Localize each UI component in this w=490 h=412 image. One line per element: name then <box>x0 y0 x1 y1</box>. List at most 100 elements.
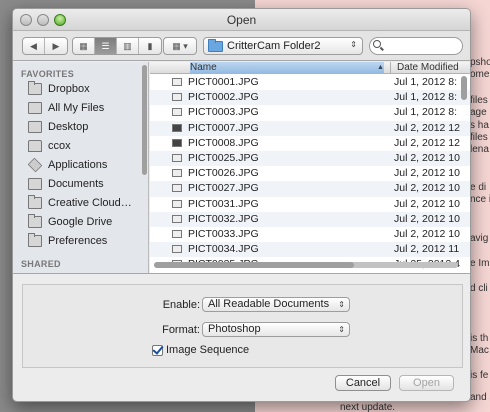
sidebar-item-preferences[interactable]: Preferences <box>28 232 107 250</box>
file-name: PICT0025.JPG <box>188 152 259 164</box>
sidebar-item-creative-cloud[interactable]: Creative Cloud… <box>28 194 132 212</box>
sidebar-item-google-drive[interactable]: Google Drive <box>28 213 112 231</box>
image-file-icon <box>172 123 182 132</box>
file-list-horizontal-scrollbar[interactable] <box>154 262 354 268</box>
sidebar-item-ccox[interactable]: ccox <box>28 137 71 155</box>
enable-popup[interactable]: All Readable Documents ⇕ <box>202 297 350 312</box>
image-file-icon <box>172 93 182 102</box>
background-text: avig <box>470 233 489 244</box>
file-row[interactable]: PICT0032.JPG Jul 2, 2012 10 <box>150 211 470 227</box>
image-file-icon <box>172 169 182 178</box>
background-text: files <box>470 132 488 143</box>
sidebar-item-label: ccox <box>48 140 71 152</box>
background-text: ome <box>470 69 490 80</box>
arrange-icon: ▦ ▾ <box>172 40 188 51</box>
sidebar-item-label: Creative Cloud… <box>48 197 132 209</box>
file-row[interactable]: PICT0033.JPG Jul 2, 2012 10 <box>150 227 470 242</box>
arrange-button[interactable]: ▦ ▾ <box>163 37 197 55</box>
file-row[interactable]: PICT0034.JPG Jul 2, 2012 11 <box>150 242 470 258</box>
file-name: PICT0032.JPG <box>188 212 259 225</box>
image-sequence-checkbox[interactable] <box>152 345 163 356</box>
background-text: is fe <box>470 370 489 381</box>
file-date: Jul 1, 2012 8: <box>394 106 458 119</box>
sidebar-item-dropbox[interactable]: Dropbox <box>28 80 90 98</box>
format-popup-value: Photoshop <box>208 323 261 335</box>
file-row[interactable]: PICT0026.JPG Jul 2, 2012 10 <box>150 166 470 181</box>
path-popup[interactable]: CritterCam Folder2 ⇕ <box>203 37 363 55</box>
file-row[interactable]: PICT0007.JPG Jul 2, 2012 12 <box>150 120 470 136</box>
view-mode-buttons: ▦ ☰ ▥ ▮ <box>72 37 162 55</box>
background-text: e di <box>470 182 487 193</box>
sidebar-scrollbar[interactable] <box>142 65 147 175</box>
format-popup[interactable]: Photoshop ⇕ <box>202 322 350 337</box>
forward-icon[interactable]: ▶ <box>45 38 67 54</box>
file-date: Jul 2, 2012 10 <box>394 152 460 164</box>
background-text: files <box>470 95 488 106</box>
image-file-icon <box>172 184 182 193</box>
sidebar-item-label: Applications <box>48 159 108 171</box>
image-file-icon <box>172 230 182 238</box>
background-text: psho <box>470 57 490 68</box>
toolbar: ◀ ▶ ▦ ☰ ▥ ▮ ▦ ▾ CritterCam Folder2 ⇕ <box>13 31 470 61</box>
sidebar-item-documents[interactable]: Documents <box>28 175 104 193</box>
desktop-icon <box>28 121 42 133</box>
all-files-icon <box>28 102 42 114</box>
nav-buttons: ◀ ▶ <box>22 37 68 55</box>
image-file-icon <box>172 214 182 223</box>
list-view-icon[interactable]: ☰ <box>95 38 117 54</box>
sidebar-item-desktop[interactable]: Desktop <box>28 118 88 136</box>
search-field[interactable] <box>369 37 463 55</box>
sidebar-item-all-my-files[interactable]: All My Files <box>28 99 104 117</box>
file-date: Jul 2, 2012 10 <box>394 212 460 225</box>
file-row[interactable]: PICT0003.JPG Jul 1, 2012 8: <box>150 105 470 120</box>
file-row[interactable]: PICT0002.JPG Jul 1, 2012 8: <box>150 90 470 106</box>
file-date: Jul 2, 2012 12 <box>394 121 460 134</box>
window-title: Open <box>226 13 257 27</box>
format-label: Format: <box>162 324 200 336</box>
cover-flow-icon[interactable]: ▮ <box>139 38 161 54</box>
file-list-vertical-scrollbar[interactable] <box>461 76 467 100</box>
file-date: Jul 2, 2012 10 <box>394 197 460 210</box>
background-text: and s <box>470 392 490 403</box>
file-row[interactable]: PICT0001.JPG Jul 1, 2012 8: <box>150 75 470 90</box>
file-row[interactable]: PICT0027.JPG Jul 2, 2012 10 <box>150 181 470 197</box>
column-header-name[interactable]: Name <box>190 62 384 74</box>
image-sequence-label: Image Sequence <box>166 344 250 356</box>
sidebar-item-label: Documents <box>48 178 104 190</box>
title-bar[interactable]: Open <box>13 9 470 31</box>
updown-chevron-icon: ⇕ <box>338 300 345 309</box>
background-text: age <box>470 107 487 118</box>
folder-icon <box>28 214 42 228</box>
file-row[interactable]: PICT0008.JPG Jul 2, 2012 12 <box>150 136 470 151</box>
enable-popup-value: All Readable Documents <box>208 298 330 310</box>
back-icon[interactable]: ◀ <box>23 38 45 54</box>
folder-icon <box>28 81 42 95</box>
background-text: d cli <box>470 283 488 294</box>
open-button[interactable]: Open <box>399 375 454 391</box>
cancel-button[interactable]: Cancel <box>335 375 391 391</box>
background-text: next update. <box>340 402 396 412</box>
icon-view-icon[interactable]: ▦ <box>73 38 95 54</box>
column-view-icon[interactable]: ▥ <box>117 38 139 54</box>
background-text: nce i <box>470 194 490 205</box>
options-panel: Enable: All Readable Documents ⇕ Format:… <box>22 284 463 368</box>
sidebar-item-applications[interactable]: Applications <box>27 156 108 174</box>
image-file-icon <box>172 199 182 208</box>
sidebar: FAVORITES Dropbox All My Files Desktop c… <box>13 62 149 273</box>
column-header-date-modified[interactable]: Date Modified <box>390 62 470 74</box>
file-list: Name ▲ Date Modified PICT0001.JPG Jul 1,… <box>150 62 470 273</box>
sidebar-item-label: Desktop <box>48 121 89 133</box>
updown-chevron-icon: ⇕ <box>350 40 357 49</box>
file-row[interactable]: PICT0031.JPG Jul 2, 2012 10 <box>150 197 470 212</box>
file-date: Jul 1, 2012 8: <box>394 91 458 104</box>
search-icon <box>373 40 381 48</box>
file-name: PICT0002.JPG <box>188 91 259 104</box>
folder-icon <box>208 38 223 52</box>
file-date: Jul 2, 2012 10 <box>394 167 460 180</box>
home-icon <box>28 140 42 152</box>
file-name: PICT0003.JPG <box>188 106 259 119</box>
file-row[interactable]: PICT0025.JPG Jul 2, 2012 10 <box>150 151 470 167</box>
updown-chevron-icon: ⇕ <box>338 325 345 334</box>
panel-divider <box>13 273 470 274</box>
file-name: PICT0031.JPG <box>188 197 259 210</box>
